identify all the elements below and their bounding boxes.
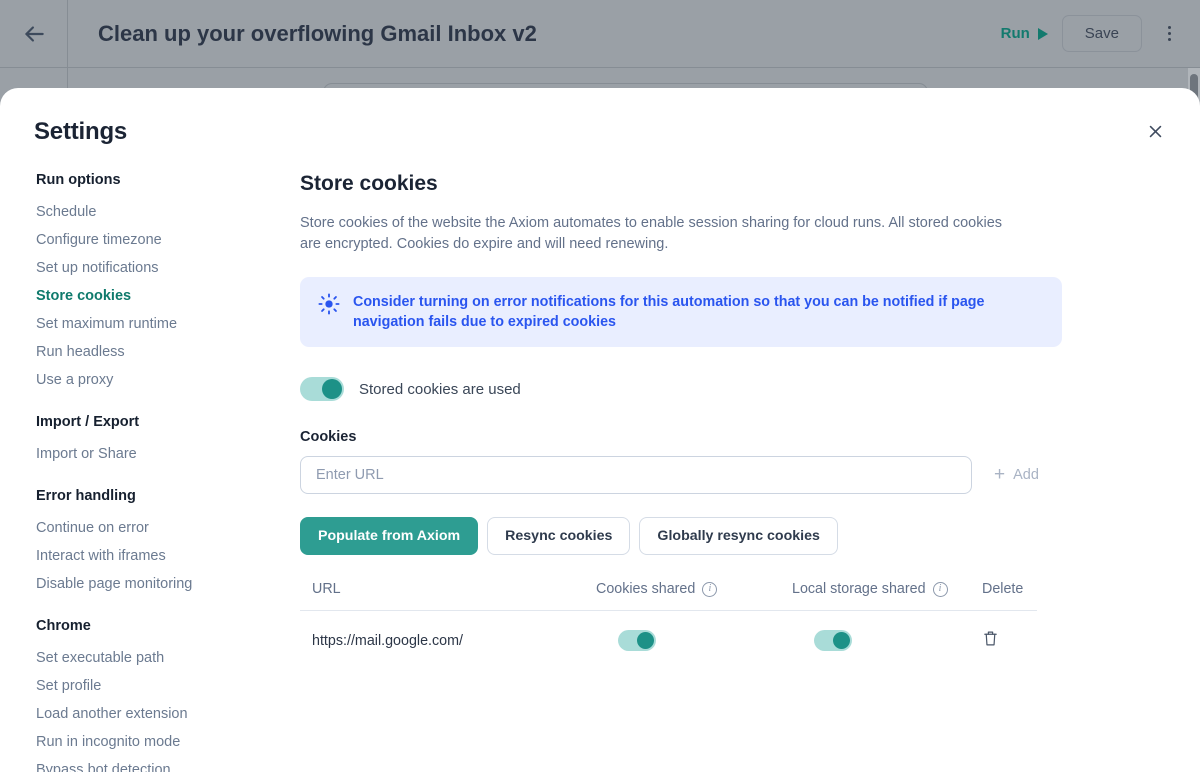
sidebar-item-run-headless[interactable]: Run headless <box>36 340 300 364</box>
sidebar-item-set-up-notifications[interactable]: Set up notifications <box>36 256 300 280</box>
sun-brightness-icon <box>318 293 340 320</box>
toggle-knob <box>322 379 342 399</box>
top-bar-actions: Run Save <box>1001 15 1182 52</box>
sidebar-group-title: Run options <box>36 172 121 188</box>
action-button-globally-resync-cookies[interactable]: Globally resync cookies <box>639 517 838 555</box>
column-header-cookies-shared: Cookies shared i <box>596 581 792 611</box>
cell-local-storage-shared-toggle <box>792 611 982 653</box>
cell-cookies-shared-toggle <box>596 611 792 653</box>
sidebar-item-run-in-incognito-mode[interactable]: Run in incognito mode <box>36 730 300 754</box>
sidebar-item-disable-page-monitoring[interactable]: Disable page monitoring <box>36 572 300 596</box>
info-banner: Consider turning on error notifications … <box>300 277 1062 347</box>
sidebar-group: Import / Export Import or Share <box>36 414 300 466</box>
cookies-table-head: URL Cookies shared i Local storage share <box>300 581 1037 611</box>
cookies-input-row: + Add <box>300 456 1090 494</box>
add-cookie-button[interactable]: + Add <box>994 464 1039 485</box>
modal-header: Settings <box>0 88 1200 146</box>
column-header-local-storage-shared: Local storage shared i <box>792 581 982 611</box>
add-cookie-label: Add <box>1013 467 1039 483</box>
page-title: Settings <box>34 118 128 145</box>
cookies-shared-toggle[interactable] <box>618 630 656 651</box>
stored-cookies-toggle-row: Stored cookies are used <box>300 377 1090 401</box>
settings-main-panel: Store cookies Store cookies of the websi… <box>300 172 1200 772</box>
back-arrow-icon[interactable] <box>0 0 68 68</box>
sidebar-item-set-profile[interactable]: Set profile <box>36 674 300 698</box>
cookies-table-body: https://mail.google.com/ <box>300 611 1037 653</box>
sidebar-group: Error handling Continue on error Interact … <box>36 488 300 596</box>
info-banner-text: Consider turning on error notifications … <box>353 294 985 330</box>
info-icon[interactable]: i <box>932 581 948 597</box>
kebab-dot <box>1167 38 1171 41</box>
stored-cookies-label: Stored cookies are used <box>359 380 521 398</box>
cell-delete <box>982 611 1037 653</box>
save-button[interactable]: Save <box>1061 15 1142 52</box>
kebab-menu-icon[interactable] <box>1156 22 1182 45</box>
sidebar-item-use-a-proxy[interactable]: Use a proxy <box>36 368 300 392</box>
sidebar-item-set-maximum-runtime[interactable]: Set maximum runtime <box>36 312 300 336</box>
settings-sidebar: Run options Schedule Configure timezone Set… <box>0 172 300 772</box>
sidebar-group-title: Error handling <box>36 488 136 504</box>
toggle-knob <box>637 632 654 649</box>
cell-url: https://mail.google.com/ <box>312 632 463 649</box>
sidebar-item-load-another-extension[interactable]: Load another extension <box>36 702 300 726</box>
sidebar-item-bypass-bot-detection[interactable]: Bypass bot detection <box>36 758 300 772</box>
table-row: https://mail.google.com/ <box>300 611 1037 653</box>
column-label: Delete <box>982 581 1024 597</box>
local-storage-shared-toggle[interactable] <box>814 630 852 651</box>
column-label: URL <box>312 581 341 597</box>
column-label: Local storage shared <box>792 581 926 597</box>
action-button-populate-from-axiom[interactable]: Populate from Axiom <box>300 517 479 555</box>
sidebar-item-configure-timezone[interactable]: Configure timezone <box>36 228 300 252</box>
panel-title: Store cookies <box>300 172 438 195</box>
kebab-dot <box>1167 32 1171 35</box>
cookie-url-input[interactable] <box>300 456 972 494</box>
modal-body: Run options Schedule Configure timezone Set… <box>0 146 1200 772</box>
column-header-delete: Delete <box>982 581 1037 611</box>
sidebar-item-continue-on-error[interactable]: Continue on error <box>36 516 300 540</box>
cookie-action-buttons: Populate from Axiom Resync cookies Globall… <box>300 517 1090 555</box>
column-header-url: URL <box>300 581 596 611</box>
sidebar-item-set-executable-path[interactable]: Set executable path <box>36 646 300 670</box>
kebab-dot <box>1167 26 1171 29</box>
run-label: Run <box>1000 25 1030 42</box>
plus-icon: + <box>994 464 1006 485</box>
info-icon[interactable]: i <box>702 581 718 597</box>
sidebar-group: Chrome Set executable path Set profile Load… <box>36 618 300 772</box>
sidebar-group-title: Chrome <box>36 618 91 634</box>
sidebar-item-interact-with-iframes[interactable]: Interact with iframes <box>36 544 300 568</box>
close-icon[interactable] <box>1140 116 1170 146</box>
run-button[interactable]: Run <box>1001 25 1048 42</box>
play-triangle-icon <box>1037 27 1048 40</box>
cookies-field-label: Cookies <box>300 429 357 445</box>
sidebar-group: Run options Schedule Configure timezone Set… <box>36 172 300 392</box>
action-button-resync-cookies[interactable]: Resync cookies <box>487 517 631 555</box>
settings-modal: Settings Run options Schedule Configure ti… <box>0 88 1200 772</box>
sidebar-item-import-or-share[interactable]: Import or Share <box>36 442 300 466</box>
cookies-table: URL Cookies shared i Local storage share <box>300 581 1037 652</box>
table-header-row: URL Cookies shared i Local storage share <box>300 581 1037 611</box>
column-label: Cookies shared <box>596 581 696 597</box>
trash-icon[interactable] <box>982 631 999 652</box>
panel-description: Store cookies of the website the Axiom a… <box>300 215 1003 252</box>
app-top-bar: Clean up your overflowing Gmail Inbox v2… <box>0 0 1200 68</box>
sidebar-item-store-cookies[interactable]: Store cookies <box>36 284 300 308</box>
sidebar-group-title: Import / Export <box>36 414 140 430</box>
sidebar-item-schedule[interactable]: Schedule <box>36 200 300 224</box>
automation-title: Clean up your overflowing Gmail Inbox v2 <box>98 20 537 46</box>
toggle-knob <box>833 632 850 649</box>
stored-cookies-toggle[interactable] <box>300 377 344 401</box>
